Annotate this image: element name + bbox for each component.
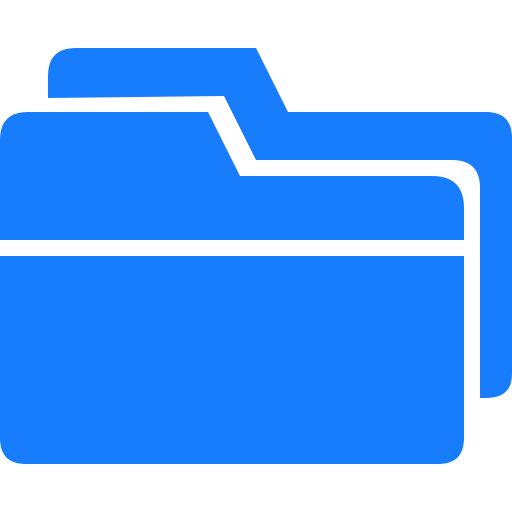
front-folder-body xyxy=(0,256,464,464)
icon-canvas xyxy=(0,0,512,512)
folders-icon xyxy=(0,48,512,464)
